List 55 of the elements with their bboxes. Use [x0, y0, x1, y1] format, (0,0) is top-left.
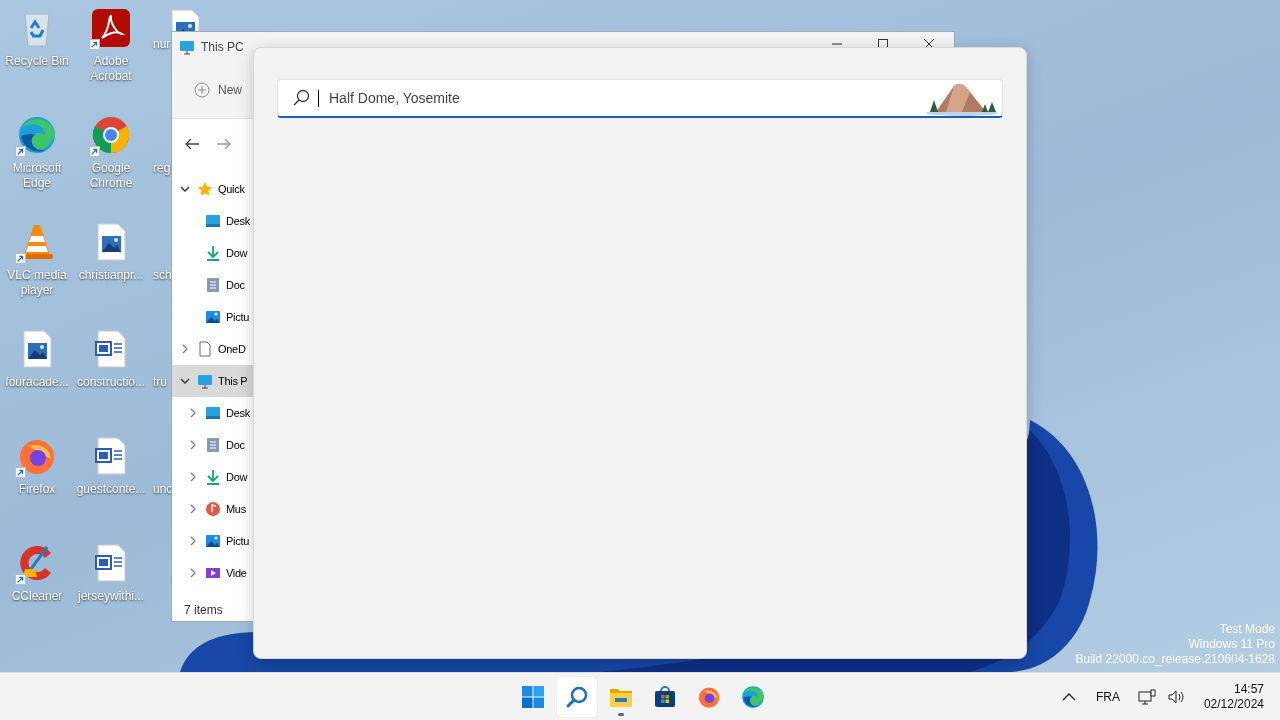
new-button[interactable]: New: [190, 78, 246, 102]
pictures-icon: [205, 533, 221, 549]
maximize-icon[interactable]: [878, 39, 888, 47]
tree-item[interactable]: Doc: [172, 429, 253, 461]
speaker-icon[interactable]: [1167, 688, 1186, 705]
tree-item[interactable]: Vide: [172, 557, 253, 589]
search-icon: [565, 684, 589, 709]
file-icon: [197, 341, 213, 357]
tree-item[interactable]: Desk: [172, 397, 253, 429]
tree-item[interactable]: This P: [172, 365, 253, 397]
tree-item[interactable]: Pictu: [172, 525, 253, 557]
document-icon: [205, 277, 221, 293]
desktop-folder-icon: [205, 213, 221, 229]
taskbar-button[interactable]: [557, 676, 597, 717]
download-icon: [205, 245, 221, 261]
shopping-bag-icon: [653, 684, 677, 709]
network-icon[interactable]: [1137, 688, 1156, 705]
pictures-icon: [205, 309, 221, 325]
browser-icon: [741, 684, 765, 709]
close-icon[interactable]: [924, 39, 934, 47]
window-title: This PC: [201, 40, 244, 54]
tree-item[interactable]: Mus: [172, 493, 253, 525]
desktop-folder-icon: [205, 405, 221, 421]
search-input[interactable]: Half Dome, Yosemite: [327, 89, 916, 107]
text-cursor: [318, 89, 319, 107]
video-icon: [205, 565, 221, 581]
download-icon: [205, 469, 221, 485]
chevron-up-icon[interactable]: [1061, 691, 1076, 702]
tree-item[interactable]: Desk: [172, 205, 253, 237]
tree-item[interactable]: Dow: [172, 461, 253, 493]
tree-item[interactable]: Dow: [172, 237, 253, 269]
star-icon: [197, 181, 213, 197]
forward-arrow-icon[interactable]: [216, 136, 232, 152]
music-icon: [205, 501, 221, 517]
computer-icon: [197, 373, 213, 389]
computer-icon: [179, 39, 195, 55]
running-indicator: [618, 712, 624, 716]
windows-logo-icon: [521, 684, 545, 709]
language-indicator[interactable]: FRA: [1095, 689, 1120, 704]
back-arrow-icon[interactable]: [184, 136, 200, 152]
system-watermark-text: Test Mode: [1219, 622, 1275, 637]
tree-item[interactable]: Quick: [172, 173, 253, 205]
browser-icon: [697, 684, 721, 709]
plus-circle-icon: [194, 82, 210, 98]
status-text: 7 items: [183, 602, 224, 619]
search-field[interactable]: Half Dome, Yosemite: [277, 79, 1003, 118]
tree-item[interactable]: OneD: [172, 333, 253, 365]
system-watermark-text: Windows 11 Pro: [1188, 637, 1275, 652]
clock-date[interactable]: 02/12/2024: [1203, 696, 1264, 712]
clock-time[interactable]: 14:57: [1233, 681, 1264, 697]
system-watermark-text: Build 22000.co_release.210604-1628: [1075, 652, 1275, 667]
tree-item[interactable]: Doc: [172, 269, 253, 301]
document-icon: [205, 437, 221, 453]
search-icon: [292, 89, 310, 107]
tree-item[interactable]: Pictu: [172, 301, 253, 333]
